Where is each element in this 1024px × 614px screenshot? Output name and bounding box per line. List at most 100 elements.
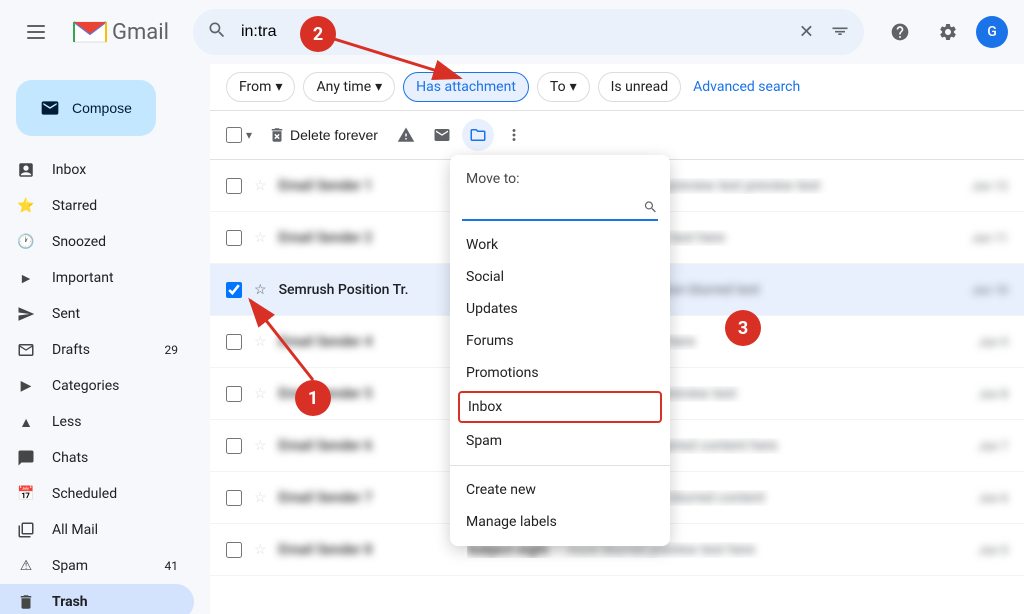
sidebar-item-label: Inbox [52,162,178,178]
report-button[interactable] [390,119,422,151]
sidebar-item-label: Important [52,270,178,286]
select-all-checkbox[interactable] [226,127,242,143]
email-checkbox[interactable] [226,178,242,194]
move-to-work-item[interactable]: Work [450,229,670,261]
spam-icon: ⚠ [16,558,36,574]
move-to-inbox-item[interactable]: Inbox [458,391,662,423]
to-filter-chip[interactable]: To ▾ [537,72,590,102]
compose-button[interactable]: Compose [16,80,156,136]
star-icon[interactable]: ☆ [254,490,267,506]
delete-forever-button[interactable]: Delete forever [260,120,386,150]
search-options-button[interactable] [830,20,850,44]
sidebar-item-label: Categories [52,378,178,394]
anytime-filter-label: Any time [316,79,371,95]
sidebar-item-chats[interactable]: Chats [0,440,194,476]
email-time: Jun 11 [972,231,1008,245]
avatar[interactable]: G [976,16,1008,48]
sidebar-item-categories[interactable]: ▶ Categories [0,368,194,404]
star-icon[interactable]: ☆ [254,282,267,298]
search-bar: in:tra ✕ [193,9,864,55]
advanced-search-link[interactable]: Advanced search [693,79,800,95]
sidebar-item-scheduled[interactable]: 📅 Scheduled [0,476,194,512]
sidebar-item-starred[interactable]: ⭐ Starred [0,188,194,224]
sidebar-item-label: Chats [52,450,178,466]
sidebar-item-less[interactable]: ▲ Less [0,404,194,440]
email-sender: Email Sender 8 [279,542,459,558]
scheduled-icon: 📅 [16,486,36,502]
email-toolbar: ▾ Delete forever [210,111,1024,160]
email-checkbox[interactable] [226,282,242,298]
star-icon[interactable]: ☆ [254,438,267,454]
sidebar-item-sent[interactable]: Sent [0,296,194,332]
hamburger-menu-button[interactable] [16,12,56,52]
sidebar-item-important[interactable]: ► Important [0,260,194,296]
star-icon[interactable]: ☆ [254,386,267,402]
move-to-manage-labels-item[interactable]: Manage labels [450,506,670,538]
has-attachment-filter-label: Has attachment [416,79,516,95]
search-clear-button[interactable]: ✕ [799,22,814,43]
email-sender: Email Sender 2 [279,230,459,246]
select-all-checkbox-area: ▾ [226,127,252,143]
gmail-logo: Gmail [72,18,169,46]
move-to-promotions-item[interactable]: Promotions [450,357,670,389]
sidebar-item-label: Less [52,414,178,430]
sidebar-item-label: Trash [52,594,178,610]
anytime-filter-chip[interactable]: Any time ▾ [303,72,395,102]
sidebar-item-inbox[interactable]: Inbox [0,152,194,188]
top-right-actions: G [880,12,1008,52]
move-to-updates-item[interactable]: Updates [450,293,670,325]
search-input[interactable]: in:tra [193,9,864,55]
to-filter-chevron: ▾ [570,79,577,95]
sidebar-item-all-mail[interactable]: All Mail [0,512,194,548]
email-sender: Email Sender 5 [279,386,459,402]
move-to-button[interactable] [462,119,494,151]
star-icon[interactable]: ☆ [254,178,267,194]
email-time: Jun 7 [978,439,1008,453]
email-sender: Email Sender 4 [279,334,459,350]
email-time: Jun 9 [978,335,1008,349]
select-dropdown-chevron[interactable]: ▾ [246,128,252,142]
email-time: Jun 5 [978,543,1008,557]
mark-unread-button[interactable] [426,119,458,151]
from-filter-chip[interactable]: From ▾ [226,72,295,102]
star-icon: ⭐ [16,198,36,214]
star-icon[interactable]: ☆ [254,334,267,350]
email-sender: Email Sender 6 [279,438,459,454]
trash-icon [16,593,36,611]
settings-button[interactable] [928,12,968,52]
move-to-divider [450,465,670,466]
help-button[interactable] [880,12,920,52]
email-time: Jun 10 [972,283,1008,297]
star-icon[interactable]: ☆ [254,542,267,558]
email-checkbox[interactable] [226,230,242,246]
move-to-create-new-item[interactable]: Create new [450,474,670,506]
sidebar-item-label: Spam [52,558,149,574]
move-to-search-area [462,195,658,221]
more-options-button[interactable] [498,119,530,151]
sidebar-item-drafts[interactable]: Drafts 29 [0,332,194,368]
email-sender: Email Sender 1 [279,178,459,194]
move-to-search-input[interactable] [462,199,643,215]
email-checkbox[interactable] [226,542,242,558]
less-icon: ▲ [16,414,36,431]
is-unread-filter-chip[interactable]: Is unread [598,72,682,102]
email-checkbox[interactable] [226,334,242,350]
move-to-forums-item[interactable]: Forums [450,325,670,357]
star-icon[interactable]: ☆ [254,230,267,246]
delete-forever-label: Delete forever [290,127,378,143]
move-to-spam-item[interactable]: Spam [450,425,670,457]
email-checkbox[interactable] [226,490,242,506]
email-checkbox[interactable] [226,438,242,454]
sidebar: Compose Inbox ⭐ Starred 🕐 Snoozed ► Impo… [0,64,210,614]
has-attachment-filter-chip[interactable]: Has attachment [403,72,529,102]
email-checkbox[interactable] [226,386,242,402]
sidebar-item-snoozed[interactable]: 🕐 Snoozed [0,224,194,260]
sidebar-item-trash[interactable]: Trash [0,584,194,614]
email-sender: Semrush Position Tr. [279,282,459,298]
chats-icon [16,449,36,467]
anytime-filter-chevron: ▾ [375,79,382,95]
move-to-header: Move to: [450,163,670,191]
compose-label: Compose [72,100,132,116]
sidebar-item-spam[interactable]: ⚠ Spam 41 [0,548,194,584]
move-to-social-item[interactable]: Social [450,261,670,293]
